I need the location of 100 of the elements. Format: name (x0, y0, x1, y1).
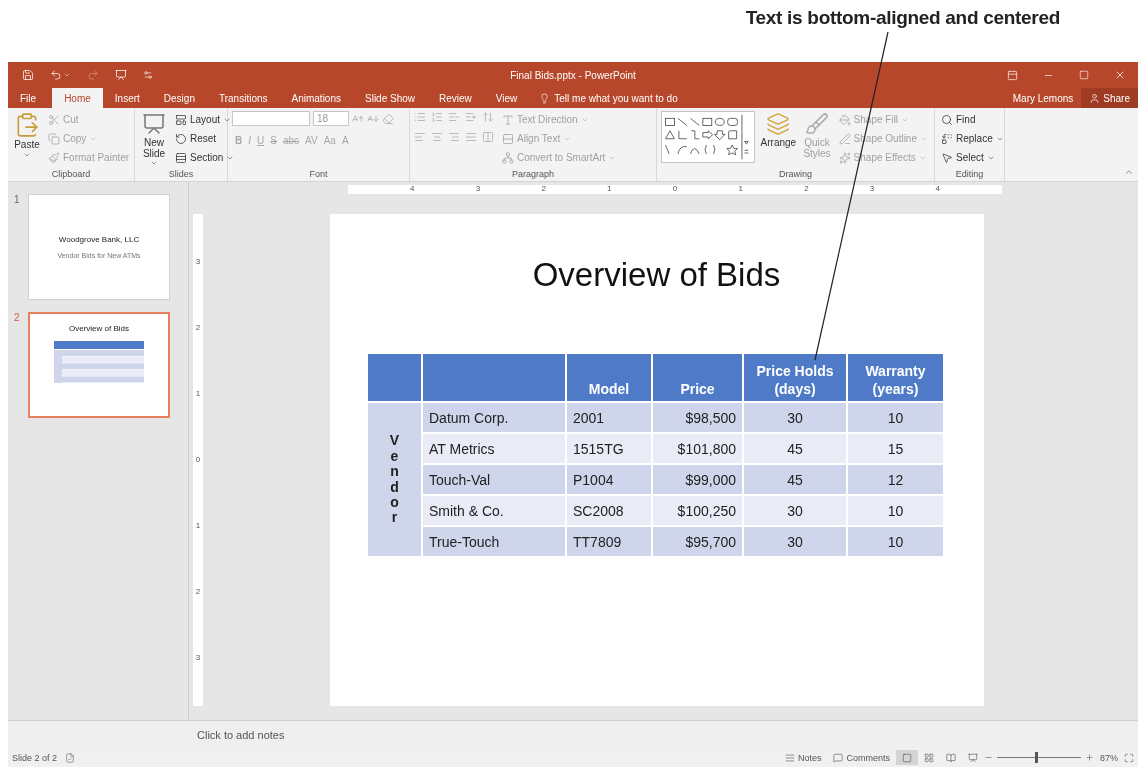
layers-icon (766, 112, 791, 136)
table-cell: 45 (743, 433, 847, 464)
shapes-gallery[interactable] (661, 111, 756, 163)
ribbon-tab[interactable]: Animations (279, 88, 353, 108)
slide-title: Overview of Bids (532, 256, 781, 294)
ribbon-button[interactable]: Find (939, 111, 978, 128)
table-cell: 15 (847, 433, 944, 464)
table-cell: P1004 (566, 464, 652, 495)
reset-icon (175, 132, 187, 145)
group-label: Paragraph (512, 169, 554, 181)
ribbon-tab[interactable]: File (8, 88, 49, 108)
ribbon-tab[interactable]: Slide Show (353, 88, 427, 108)
arrange-button[interactable]: Arrange (759, 111, 798, 149)
slideshow-icon (968, 752, 978, 763)
section-icon (175, 151, 187, 164)
group-label: Editing (955, 169, 984, 181)
shrink-font-icon (367, 112, 379, 125)
table-cell: AT Metrics (422, 433, 566, 464)
slide-number: 1 (14, 194, 21, 205)
normal-view-icon (902, 752, 912, 763)
close-icon (1114, 69, 1126, 81)
notes-icon (784, 752, 795, 763)
zoom-percent: 87% (1099, 752, 1119, 763)
customize-icon (143, 70, 153, 80)
paint-bucket-icon (838, 113, 851, 126)
table-cell: 30 (743, 402, 847, 433)
ruler-number: 2 (195, 324, 201, 332)
new-slide-button[interactable]: New Slide (139, 111, 169, 168)
ribbon-tab[interactable]: Review (427, 88, 484, 108)
tell-me-field[interactable]: Tell me what you want to do (529, 88, 688, 108)
increase-indent-icon (465, 111, 477, 123)
person-icon (1089, 92, 1101, 104)
view-button[interactable] (896, 750, 918, 765)
table-cell: 30 (743, 526, 847, 557)
comments-button[interactable]: Comments (827, 752, 896, 763)
spellcheck-icon (65, 752, 76, 763)
ribbon-tab[interactable]: View (483, 88, 530, 108)
window-title: Final Bids.pptx - PowerPoint (510, 69, 636, 81)
table-cell: True-Touch (422, 526, 566, 557)
text-direction-icon (502, 113, 514, 126)
table-cell: 10 (847, 402, 944, 433)
ruler-number: 3 (869, 185, 875, 193)
thumbnail-title: Woodgrove Bank, LLC (58, 235, 140, 244)
user-name: Mary Lemons (1012, 92, 1075, 104)
thumbnail-title: Overview of Bids (69, 324, 129, 333)
ruler-number: 4 (935, 185, 940, 193)
paste-button[interactable]: Paste (12, 111, 42, 160)
header-cell: Warranty (years) (847, 353, 944, 402)
table-cell: $95,700 (652, 526, 743, 557)
ruler-number: 2 (804, 185, 809, 193)
header-cell: Model (566, 353, 652, 402)
ribbon-tab[interactable]: Design (151, 88, 207, 108)
ruler-number: 1 (738, 185, 743, 193)
ribbon-button[interactable]: Section (173, 149, 237, 166)
align-center-icon (431, 131, 443, 143)
ruler-number: 2 (541, 185, 546, 193)
justify-icon (465, 131, 477, 143)
table-cell: Datum Corp. (422, 402, 566, 433)
caret-icon (23, 151, 31, 159)
table-cell: Touch-Val (422, 464, 566, 495)
search-icon (941, 113, 953, 126)
scissors-icon (48, 113, 60, 126)
notes-placeholder[interactable]: Click to add notes (197, 728, 285, 741)
ribbon-display-icon (1006, 69, 1018, 81)
slide-thumbnail[interactable]: Overview of Bids (28, 312, 170, 418)
paintbrush-icon (48, 151, 60, 164)
table-cell: $99,000 (652, 464, 743, 495)
ribbon-button[interactable]: Layout (173, 111, 234, 128)
ruler-number: 0 (672, 185, 678, 193)
ribbon-button[interactable]: Replace (939, 130, 1006, 147)
align-left-icon (414, 131, 426, 143)
table-cell: 10 (847, 495, 944, 526)
table-cell: 12 (847, 464, 944, 495)
table-cell: TT7809 (566, 526, 652, 557)
decrease-indent-icon (448, 111, 460, 123)
table-cell: SC2008 (566, 495, 652, 526)
notes-button[interactable]: Notes (778, 752, 828, 763)
table-cell: 45 (743, 464, 847, 495)
ribbon-tab[interactable]: Insert (102, 88, 152, 108)
layout-icon (175, 113, 187, 126)
caret-icon (150, 159, 158, 167)
maximize-icon (1079, 70, 1089, 80)
new-slide-label: New Slide (140, 137, 168, 167)
slide-icon (142, 112, 166, 136)
align-text-icon (502, 132, 514, 145)
ribbon-button[interactable]: Select (939, 149, 997, 166)
pointer-icon (941, 151, 953, 164)
reading-view-icon (946, 752, 956, 763)
smartart-icon (502, 151, 514, 164)
copy-icon (48, 132, 60, 145)
ribbon-tab[interactable]: Home (52, 88, 103, 108)
ribbon-tab[interactable]: Transitions (206, 88, 280, 108)
table-cell: $101,800 (652, 433, 743, 464)
share-button[interactable]: Share (1081, 88, 1138, 108)
header-cell: Price (652, 353, 743, 402)
ribbon-button[interactable]: Reset (173, 130, 219, 147)
fit-icon (1124, 752, 1134, 763)
sparkles-icon (838, 151, 851, 164)
font-name-field[interactable] (232, 111, 310, 126)
zoom-thumb[interactable] (1035, 752, 1039, 763)
